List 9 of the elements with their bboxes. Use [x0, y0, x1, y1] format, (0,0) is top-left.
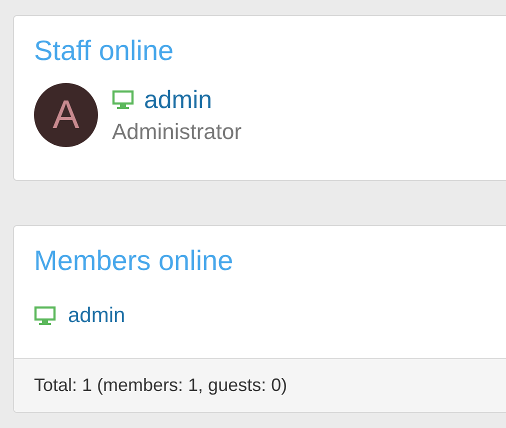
- avatar[interactable]: A: [34, 83, 98, 147]
- user-role: Administrator: [112, 118, 242, 144]
- username-link[interactable]: admin: [144, 86, 212, 114]
- online-total: Total: 1 (members: 1, guests: 0): [34, 375, 288, 395]
- card-title: Staff online: [33, 34, 175, 68]
- monitor-icon: [34, 306, 56, 326]
- username-link[interactable]: admin: [68, 304, 126, 328]
- monitor-icon: [112, 90, 134, 110]
- card-title: Members online: [33, 244, 234, 278]
